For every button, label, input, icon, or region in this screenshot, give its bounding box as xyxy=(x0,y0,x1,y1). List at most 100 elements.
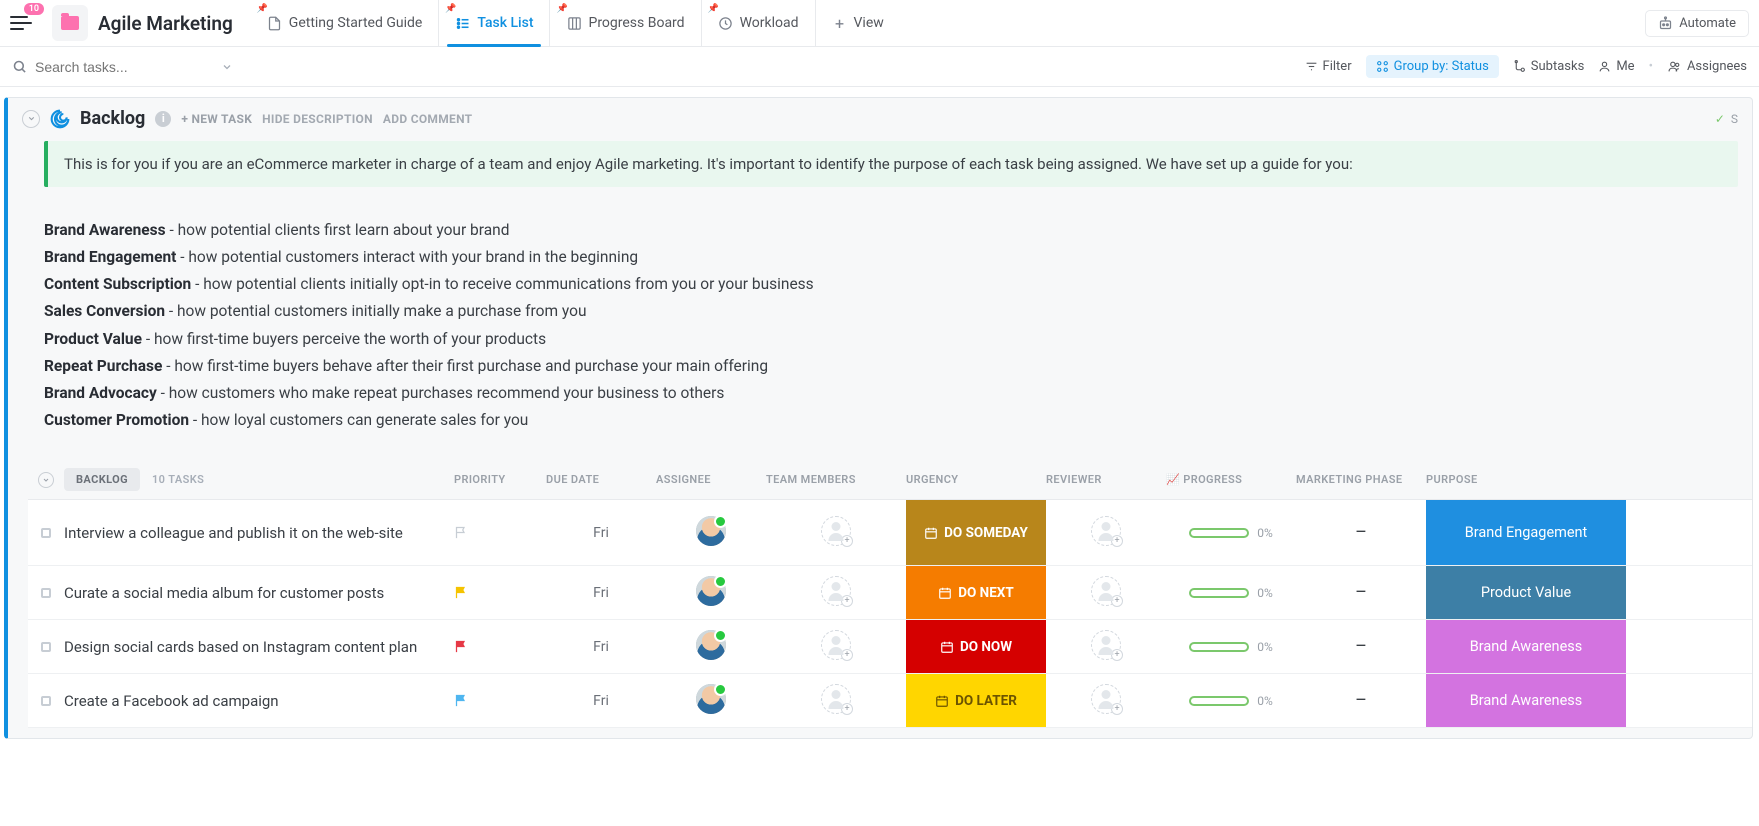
priority-flag-icon[interactable] xyxy=(454,693,546,708)
add-team-member[interactable]: + xyxy=(821,516,851,546)
urgency-cell[interactable]: DO SOMEDAY xyxy=(906,500,1046,565)
status-square[interactable] xyxy=(41,528,51,538)
menu-toggle[interactable]: 10 xyxy=(10,9,38,37)
progress-cell[interactable]: 0% xyxy=(1166,640,1296,654)
tab-label: Progress Board xyxy=(588,15,684,31)
me-button[interactable]: Me xyxy=(1598,59,1634,74)
progress-cell[interactable]: 0% xyxy=(1166,694,1296,708)
status-square[interactable] xyxy=(41,642,51,652)
definition-text: - how first-time buyers behave after the… xyxy=(162,357,768,375)
add-reviewer[interactable]: + xyxy=(1091,684,1121,714)
add-team-member[interactable]: + xyxy=(821,576,851,606)
assignee-avatar[interactable] xyxy=(696,516,726,546)
plus-icon: + xyxy=(832,15,848,31)
table-row[interactable]: Interview a colleague and publish it on … xyxy=(28,500,1752,566)
definition-term: Brand Advocacy xyxy=(44,384,157,402)
assignee-avatar[interactable] xyxy=(696,576,726,606)
due-date[interactable]: Fri xyxy=(593,639,609,655)
new-task-button[interactable]: + NEW TASK xyxy=(181,112,252,126)
separator: • xyxy=(1649,59,1653,74)
add-reviewer[interactable]: + xyxy=(1091,630,1121,660)
urgency-cell[interactable]: DO NEXT xyxy=(906,566,1046,619)
chevron-down-icon[interactable] xyxy=(221,61,233,73)
col-urgency[interactable]: URGENCY xyxy=(906,473,1046,486)
marketing-phase[interactable]: – xyxy=(1355,582,1367,603)
tab-add-view[interactable]: + View xyxy=(815,0,900,46)
automate-label: Automate xyxy=(1679,16,1736,31)
view-tabs: 📌 Getting Started Guide 📌 Task List 📌 Pr… xyxy=(251,0,900,46)
tab-workload[interactable]: 📌 Workload xyxy=(701,0,815,46)
definition-item: Customer Promotion - how loyal customers… xyxy=(44,407,1738,434)
marketing-phase[interactable]: – xyxy=(1355,690,1367,711)
add-reviewer[interactable]: + xyxy=(1091,516,1121,546)
subtasks-button[interactable]: Subtasks xyxy=(1513,59,1585,74)
tab-progress-board[interactable]: 📌 Progress Board xyxy=(549,0,700,46)
table-row[interactable]: Create a Facebook ad campaign Fri + DO LATE… xyxy=(28,674,1752,728)
due-date[interactable]: Fri xyxy=(593,693,609,709)
definition-item: Repeat Purchase - how first-time buyers … xyxy=(44,353,1738,380)
automate-button[interactable]: Automate xyxy=(1645,10,1749,37)
task-name[interactable]: Design social cards based on Instagram c… xyxy=(64,638,427,656)
marketing-phase[interactable]: – xyxy=(1355,522,1367,543)
purpose-cell[interactable]: Brand Awareness xyxy=(1426,674,1626,727)
tab-getting-started[interactable]: 📌 Getting Started Guide xyxy=(251,0,439,46)
hide-description-button[interactable]: HIDE DESCRIPTION xyxy=(262,112,373,126)
tab-task-list[interactable]: 📌 Task List xyxy=(438,0,549,46)
search-wrap xyxy=(12,59,233,75)
urgency-cell[interactable]: DO NOW xyxy=(906,620,1046,673)
folder-button[interactable] xyxy=(52,5,88,41)
right-label: S xyxy=(1731,112,1738,126)
due-date[interactable]: Fri xyxy=(593,525,609,541)
assignee-avatar[interactable] xyxy=(696,684,726,714)
calendar-icon xyxy=(935,694,949,708)
filter-button[interactable]: Filter xyxy=(1305,59,1352,74)
due-date[interactable]: Fri xyxy=(593,585,609,601)
task-name[interactable]: Create a Facebook ad campaign xyxy=(64,692,289,710)
purpose-cell[interactable]: Brand Awareness xyxy=(1426,620,1626,673)
group-by-button[interactable]: Group by: Status xyxy=(1366,55,1499,78)
folder-icon xyxy=(61,16,79,30)
workload-icon xyxy=(718,15,734,31)
add-comment-button[interactable]: ADD COMMENT xyxy=(383,112,473,126)
urgency-label: DO SOMEDAY xyxy=(944,525,1028,541)
add-team-member[interactable]: + xyxy=(821,630,851,660)
page-title: Agile Marketing xyxy=(98,12,233,35)
col-assignee[interactable]: ASSIGNEE xyxy=(656,473,766,486)
definition-term: Repeat Purchase xyxy=(44,357,162,375)
status-pill[interactable]: BACKLOG xyxy=(64,468,140,491)
search-input[interactable] xyxy=(35,59,195,75)
urgency-cell[interactable]: DO LATER xyxy=(906,674,1046,727)
table-row[interactable]: Curate a social media album for customer… xyxy=(28,566,1752,620)
priority-flag-icon[interactable] xyxy=(454,585,546,600)
task-name[interactable]: Interview a colleague and publish it on … xyxy=(64,524,413,542)
marketing-phase[interactable]: – xyxy=(1355,636,1367,657)
definition-text: - how potential clients first learn abou… xyxy=(166,221,510,239)
progress-cell[interactable]: 0% xyxy=(1166,586,1296,600)
info-icon[interactable]: i xyxy=(155,111,171,127)
purpose-cell[interactable]: Brand Engagement xyxy=(1426,500,1626,565)
purpose-cell[interactable]: Product Value xyxy=(1426,566,1626,619)
col-priority[interactable]: PRIORITY xyxy=(454,473,546,486)
collapse-toggle[interactable] xyxy=(22,110,40,128)
add-team-member[interactable]: + xyxy=(821,684,851,714)
progress-cell[interactable]: 0% xyxy=(1166,526,1296,540)
definition-item: Brand Awareness - how potential clients … xyxy=(44,217,1738,244)
status-square[interactable] xyxy=(41,696,51,706)
col-marketing-phase[interactable]: MARKETING PHASE xyxy=(1296,473,1426,486)
table-row[interactable]: Design social cards based on Instagram c… xyxy=(28,620,1752,674)
status-square[interactable] xyxy=(41,588,51,598)
priority-flag-icon[interactable] xyxy=(454,525,546,540)
add-reviewer[interactable]: + xyxy=(1091,576,1121,606)
col-purpose[interactable]: PURPOSE xyxy=(1426,473,1626,486)
section-collapse-toggle[interactable] xyxy=(38,472,54,488)
col-team-members[interactable]: TEAM MEMBERS xyxy=(766,473,906,486)
assignee-avatar[interactable] xyxy=(696,630,726,660)
col-reviewer[interactable]: REVIEWER xyxy=(1046,473,1166,486)
tab-label: Task List xyxy=(477,15,533,31)
definition-item: Content Subscription - how potential cli… xyxy=(44,271,1738,298)
task-name[interactable]: Curate a social media album for customer… xyxy=(64,584,394,602)
col-progress[interactable]: 📈 PROGRESS xyxy=(1166,473,1296,486)
col-due-date[interactable]: DUE DATE xyxy=(546,473,656,486)
priority-flag-icon[interactable] xyxy=(454,639,546,654)
assignees-button[interactable]: Assignees xyxy=(1667,59,1747,74)
